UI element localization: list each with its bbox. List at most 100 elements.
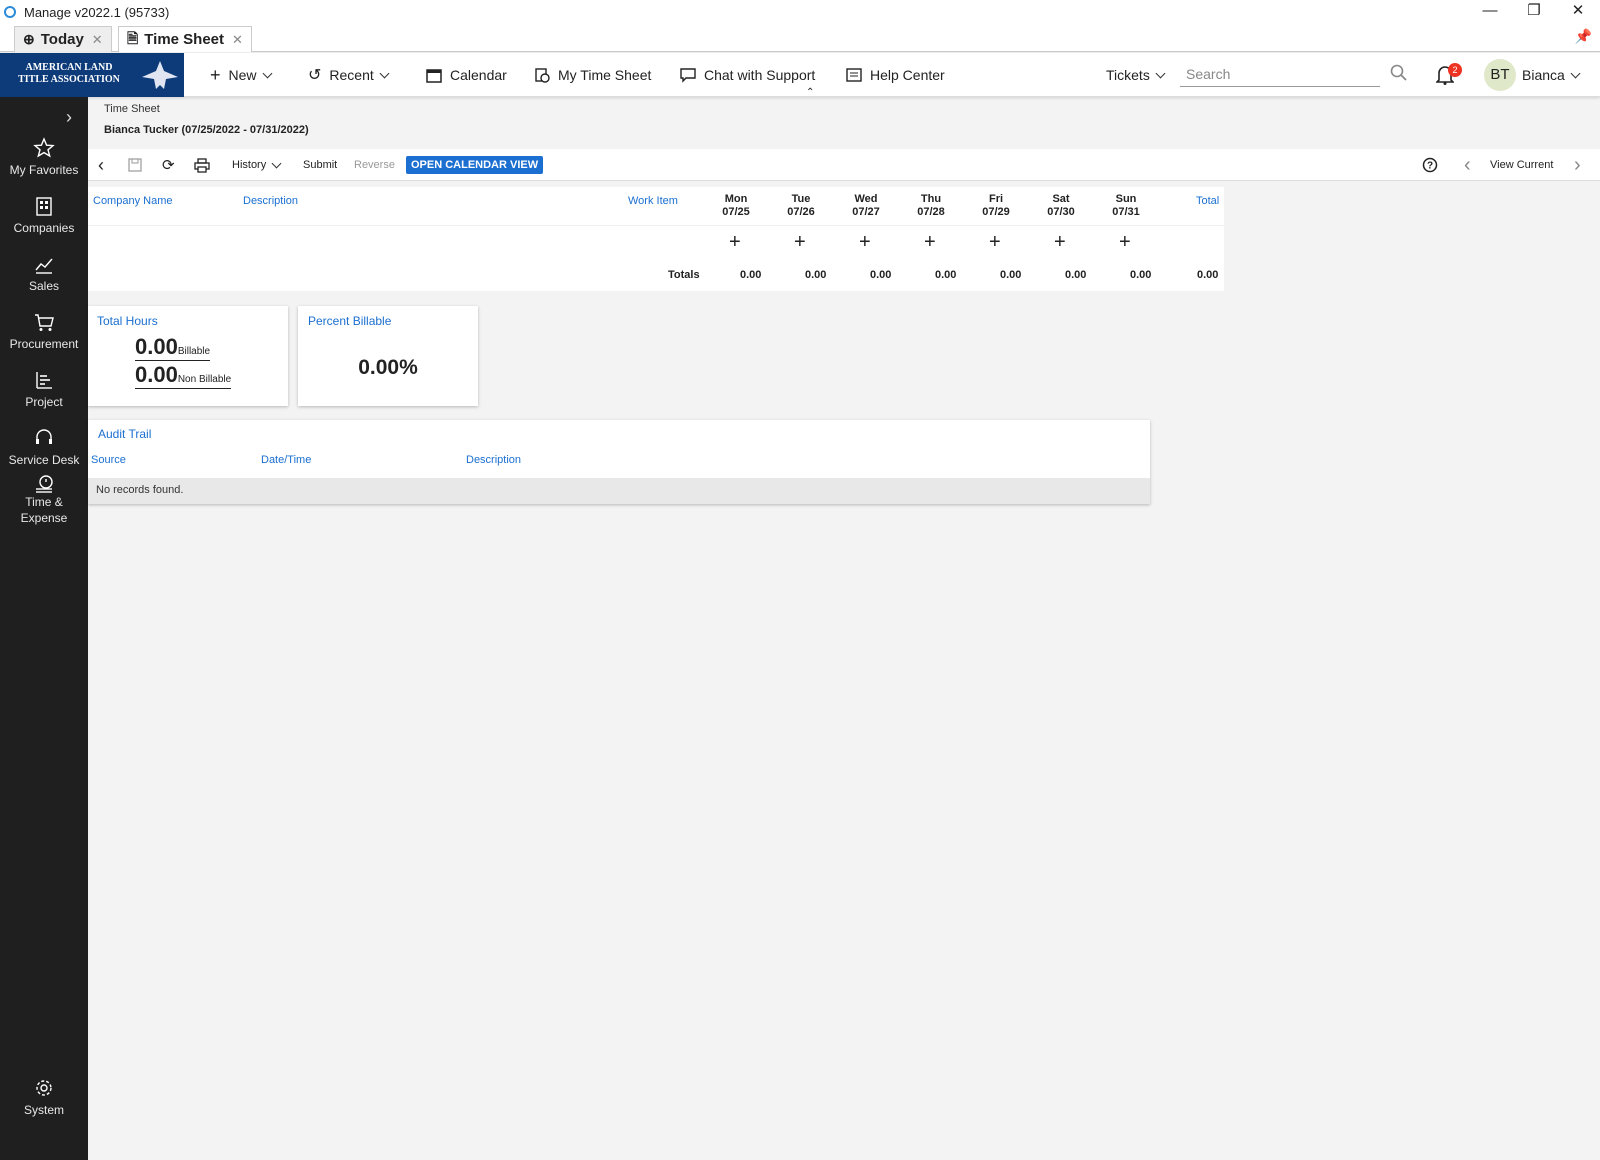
total-wed: 0.00 xyxy=(870,269,892,281)
card-title[interactable]: Percent Billable xyxy=(308,314,391,328)
new-menu[interactable]: + New xyxy=(210,53,272,97)
timesheet-grid: Company Name Description Work Item Total… xyxy=(88,187,1224,291)
recent-menu[interactable]: ↺ Recent xyxy=(308,53,390,97)
close-tab-icon[interactable]: ✕ xyxy=(92,32,103,48)
day-date: 07/30 xyxy=(1047,206,1075,218)
refresh-icon[interactable]: ⟳ xyxy=(162,149,175,181)
timesheet-icon: 🗎 xyxy=(127,29,139,46)
user-label: Bianca xyxy=(1522,67,1565,83)
help-center-link[interactable]: Help Center xyxy=(846,53,945,97)
calendar-label: Calendar xyxy=(450,67,507,83)
expand-sidebar-icon[interactable]: › xyxy=(66,107,72,128)
prev-period-icon[interactable]: ‹ xyxy=(1464,149,1471,181)
pin-icon[interactable]: 📌 xyxy=(1575,28,1592,45)
calendar-link[interactable]: Calendar xyxy=(426,53,507,97)
my-time-sheet-link[interactable]: My Time Sheet xyxy=(534,53,651,97)
audit-trail-title[interactable]: Audit Trail xyxy=(98,427,151,441)
calendar-icon xyxy=(426,67,442,83)
sidebar-item-label: Project xyxy=(25,395,63,409)
column-total[interactable]: Total xyxy=(1196,195,1219,207)
add-entry-mon-icon[interactable]: + xyxy=(729,231,741,254)
percent-billable-value: 0.00% xyxy=(358,356,418,379)
close-tab-icon[interactable]: ✕ xyxy=(232,32,243,48)
column-description[interactable]: Description xyxy=(466,454,521,466)
column-date-time[interactable]: Date/Time xyxy=(261,454,311,466)
day-header-tue: Tue 07/26 xyxy=(781,193,821,219)
reverse-button[interactable]: Reverse xyxy=(354,149,395,181)
sidebar-item-service-desk[interactable]: Service Desk xyxy=(0,427,88,467)
sidebar-item-system[interactable]: System xyxy=(0,1077,88,1117)
day-name: Thu xyxy=(920,193,942,205)
top-nav: AMERICAN LAND TITLE ASSOCIATION + New ↺ … xyxy=(0,53,1600,98)
sidebar-item-label: My Favorites xyxy=(9,163,79,177)
non-billable-value: 0.00 xyxy=(135,362,178,387)
main-content: Time Sheet Bianca Tucker (07/25/2022 - 0… xyxy=(88,97,1600,1160)
column-description[interactable]: Description xyxy=(243,195,298,207)
sidebar-item-time-expense[interactable]: Time & Expense xyxy=(0,473,88,525)
recent-label: Recent xyxy=(329,67,374,83)
close-window-icon[interactable]: ✕ xyxy=(1556,0,1600,24)
sidebar-item-procurement[interactable]: Procurement xyxy=(0,311,88,351)
submit-button[interactable]: Submit xyxy=(303,149,337,181)
print-icon[interactable] xyxy=(194,149,210,181)
add-entry-sun-icon[interactable]: + xyxy=(1119,231,1131,254)
sidebar-item-label: Service Desk xyxy=(8,453,80,467)
minimize-icon[interactable]: — xyxy=(1468,0,1512,24)
add-entry-fri-icon[interactable]: + xyxy=(989,231,1001,254)
billable-hours: 0.00Billable xyxy=(135,334,211,361)
card-title[interactable]: Total Hours xyxy=(97,314,158,328)
billable-label: Billable xyxy=(177,346,211,357)
search-input[interactable]: Search xyxy=(1180,63,1380,87)
window-titlebar: Manage v2022.1 (95733) — ❐ ✕ xyxy=(0,0,1600,24)
sidebar-item-project[interactable]: Project xyxy=(0,369,88,409)
restore-icon[interactable]: ❐ xyxy=(1512,0,1556,24)
total-thu: 0.00 xyxy=(935,269,957,281)
total-mon: 0.00 xyxy=(740,269,762,281)
gear-icon xyxy=(36,1080,52,1096)
save-icon[interactable] xyxy=(128,149,142,181)
day-name: Mon xyxy=(724,193,748,205)
next-period-icon[interactable]: › xyxy=(1574,149,1581,181)
search-icon[interactable] xyxy=(1390,64,1408,82)
history-menu[interactable]: History xyxy=(232,149,282,181)
column-source[interactable]: Source xyxy=(91,454,126,466)
column-company-name[interactable]: Company Name xyxy=(93,195,172,207)
window-title: Manage v2022.1 (95733) xyxy=(24,4,170,20)
help-icon[interactable]: ? xyxy=(1422,149,1438,181)
breadcrumb[interactable]: Time Sheet xyxy=(104,103,160,115)
day-header-thu: Thu 07/28 xyxy=(911,193,951,219)
tab-today[interactable]: ⊕ Today ✕ xyxy=(14,26,112,52)
audit-trail-panel: Audit Trail Source Date/Time Description… xyxy=(88,420,1150,504)
eagle-logo-icon xyxy=(142,61,178,89)
chat-icon xyxy=(680,67,696,83)
sidebar-item-sales[interactable]: Sales xyxy=(0,253,88,293)
tab-time-sheet[interactable]: 🗎 Time Sheet ✕ xyxy=(118,26,252,52)
tickets-menu[interactable]: Tickets xyxy=(1106,53,1166,97)
add-entry-wed-icon[interactable]: + xyxy=(859,231,871,254)
globe-icon: ⊕ xyxy=(23,31,35,47)
app-icon xyxy=(4,6,16,18)
sidebar-item-companies[interactable]: Companies xyxy=(0,195,88,235)
day-date: 07/26 xyxy=(787,206,815,218)
add-entry-tue-icon[interactable]: + xyxy=(794,231,806,254)
add-entry-sat-icon[interactable]: + xyxy=(1054,231,1066,254)
day-date: 07/28 xyxy=(917,206,945,218)
avatar[interactable]: BT xyxy=(1484,59,1516,91)
my-time-sheet-label: My Time Sheet xyxy=(558,67,652,83)
logo[interactable]: AMERICAN LAND TITLE ASSOCIATION xyxy=(0,53,184,97)
open-calendar-view-button[interactable]: OPEN CALENDAR VIEW xyxy=(406,156,544,174)
history-label: History xyxy=(232,159,267,171)
user-menu[interactable]: Bianca xyxy=(1522,53,1581,97)
non-billable-hours: 0.00Non Billable xyxy=(135,362,232,389)
view-current-button[interactable]: View Current xyxy=(1490,149,1553,181)
add-entry-thu-icon[interactable]: + xyxy=(924,231,936,254)
chevron-down-icon xyxy=(271,158,282,168)
notification-badge: 2 xyxy=(1448,63,1462,77)
sidebar-item-my-favorites[interactable]: My Favorites xyxy=(0,137,88,177)
back-icon[interactable]: ‹ xyxy=(98,149,104,181)
day-name: Tue xyxy=(791,193,811,205)
chat-support-link[interactable]: Chat with Support xyxy=(680,53,815,97)
grand-total: 0.00 xyxy=(1197,269,1219,281)
day-date: 07/27 xyxy=(852,206,880,218)
column-work-item[interactable]: Work Item xyxy=(628,195,678,207)
